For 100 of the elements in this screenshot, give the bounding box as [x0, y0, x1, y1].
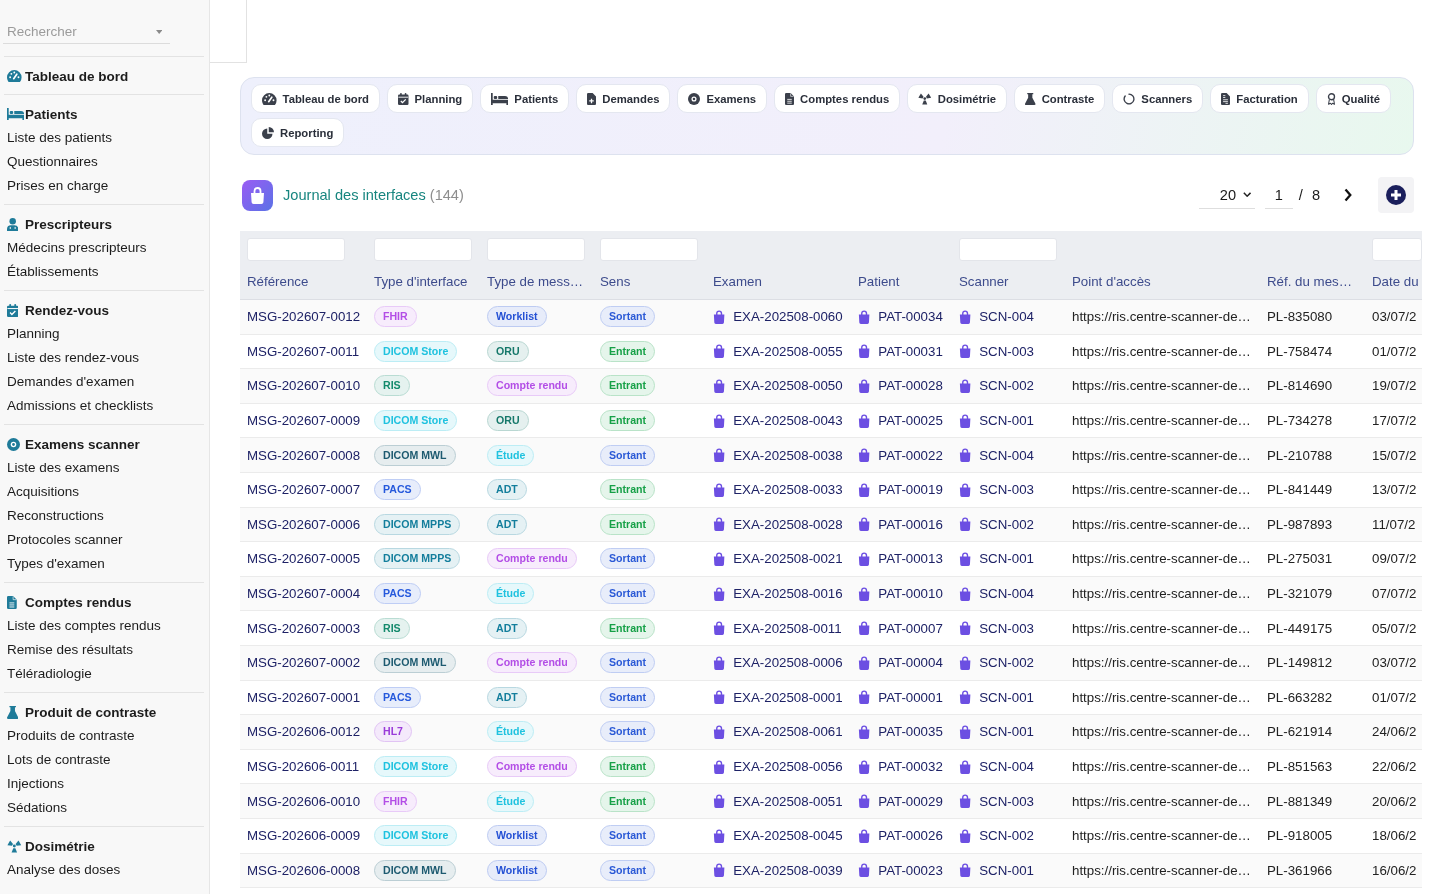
patient-link[interactable]: PAT-00025: [878, 413, 943, 429]
column-header[interactable]: Examen: [713, 273, 762, 291]
sidebar-item[interactable]: Types d'examen: [7, 552, 105, 576]
sidebar-item[interactable]: Liste des comptes rendus: [7, 614, 161, 638]
reference-link[interactable]: MSG-202607-0010: [247, 378, 361, 394]
patient-link[interactable]: PAT-00026: [878, 828, 943, 844]
reference-link[interactable]: MSG-202607-0001: [247, 689, 361, 705]
column-header[interactable]: Date du: [1372, 273, 1419, 291]
patient-link[interactable]: PAT-00031: [878, 343, 943, 359]
exam-link[interactable]: EXA-202508-0060: [733, 309, 843, 325]
exam-link[interactable]: EXA-202508-0056: [733, 759, 843, 774]
patient-link[interactable]: PAT-00034: [878, 309, 943, 325]
exam-link[interactable]: EXA-202508-0043: [733, 413, 843, 429]
module-tab[interactable]: Tableau de bord: [251, 84, 381, 113]
exam-link[interactable]: EXA-202508-0033: [733, 482, 843, 498]
column-header[interactable]: Patient: [858, 273, 900, 291]
scanner-link[interactable]: SCN-003: [979, 793, 1034, 809]
exam-link[interactable]: EXA-202508-0011: [733, 620, 842, 636]
scanner-link[interactable]: SCN-004: [979, 309, 1034, 325]
patient-link[interactable]: PAT-00019: [878, 482, 943, 498]
sidebar-item[interactable]: Sédations: [7, 796, 68, 820]
column-filter-field[interactable]: [600, 238, 698, 261]
reference-link[interactable]: MSG-202607-0011: [247, 343, 360, 359]
column-filter-field[interactable]: [487, 238, 585, 261]
reference-link[interactable]: MSG-202607-0007: [247, 482, 361, 498]
module-tab[interactable]: Demandes: [576, 84, 671, 113]
exam-link[interactable]: EXA-202508-0038: [733, 447, 843, 463]
column-header[interactable]: Type de mess…: [487, 273, 584, 291]
scanner-link[interactable]: SCN-004: [979, 586, 1034, 602]
search-field[interactable]: Rechercher: [3, 20, 170, 44]
sidebar-item[interactable]: Produits de contraste: [7, 724, 135, 748]
sidebar-item[interactable]: Prises en charge: [7, 174, 109, 198]
scanner-link[interactable]: SCN-004: [979, 759, 1034, 774]
sidebar-item[interactable]: Établissements: [7, 260, 99, 284]
column-filter-field[interactable]: [247, 238, 345, 261]
patient-link[interactable]: PAT-00016: [878, 516, 943, 532]
exam-link[interactable]: EXA-202508-0006: [733, 655, 843, 671]
sidebar-item[interactable]: Analyse des doses: [7, 858, 121, 882]
module-tab[interactable]: Patients: [480, 84, 570, 113]
module-tab[interactable]: Qualité: [1315, 84, 1392, 113]
module-tab[interactable]: Examens: [677, 84, 768, 113]
scanner-link[interactable]: SCN-003: [979, 620, 1034, 636]
exam-link[interactable]: EXA-202508-0061: [733, 724, 843, 740]
patient-link[interactable]: PAT-00007: [878, 620, 943, 636]
sidebar-item[interactable]: Lots de contraste: [7, 748, 111, 772]
sidebar-item[interactable]: Planning: [7, 322, 60, 346]
patient-link[interactable]: PAT-00010: [878, 586, 943, 602]
exam-link[interactable]: EXA-202508-0016: [733, 586, 843, 602]
reference-link[interactable]: MSG-202607-0005: [247, 551, 361, 567]
patient-link[interactable]: PAT-00004: [878, 655, 943, 671]
reference-link[interactable]: MSG-202607-0002: [247, 655, 361, 671]
scanner-link[interactable]: SCN-001: [979, 413, 1034, 429]
page-field[interactable]: 1: [1264, 181, 1293, 209]
sidebar-item[interactable]: Remise des résultats: [7, 638, 134, 662]
patient-link[interactable]: PAT-00028: [878, 378, 943, 394]
sidebar-item[interactable]: Reconstructions: [7, 504, 104, 528]
reference-link[interactable]: MSG-202607-0003: [247, 620, 361, 636]
column-header[interactable]: Point d'accès: [1072, 273, 1151, 291]
sidebar-item[interactable]: Questionnaires: [7, 150, 98, 174]
reference-link[interactable]: MSG-202606-0010: [247, 793, 361, 809]
sidebar-item[interactable]: Acquisitions: [7, 480, 80, 504]
column-header[interactable]: Référence: [247, 273, 309, 291]
reference-link[interactable]: MSG-202607-0004: [247, 586, 361, 602]
reference-link[interactable]: MSG-202607-0009: [247, 413, 361, 429]
module-tab[interactable]: Contraste: [1014, 84, 1106, 113]
column-header[interactable]: Réf. du mes…: [1267, 273, 1352, 291]
patient-link[interactable]: PAT-00001: [878, 689, 943, 705]
patient-link[interactable]: PAT-00032: [878, 759, 943, 774]
column-filter-field[interactable]: [959, 238, 1057, 261]
sidebar-item[interactable]: Demandes d'examen: [7, 370, 135, 394]
exam-link[interactable]: EXA-202508-0050: [733, 378, 843, 394]
module-tab[interactable]: Facturation: [1210, 84, 1309, 113]
sidebar-item[interactable]: Liste des rendez-vous: [7, 346, 140, 370]
patient-link[interactable]: PAT-00029: [878, 793, 943, 809]
reference-link[interactable]: MSG-202606-0009: [247, 828, 361, 844]
module-tab[interactable]: Comptes rendus: [774, 84, 901, 113]
reference-link[interactable]: MSG-202606-0011: [247, 759, 360, 774]
exam-link[interactable]: EXA-202508-0028: [733, 516, 843, 532]
reference-link[interactable]: MSG-202606-0012: [247, 724, 361, 740]
exam-link[interactable]: EXA-202508-0051: [733, 793, 843, 809]
scanner-link[interactable]: SCN-002: [979, 655, 1034, 671]
column-header[interactable]: Scanner: [959, 273, 1009, 291]
reference-link[interactable]: MSG-202607-0006: [247, 516, 361, 532]
scanner-link[interactable]: SCN-002: [979, 516, 1034, 532]
scanner-link[interactable]: SCN-002: [979, 828, 1034, 844]
scanner-link[interactable]: SCN-001: [979, 862, 1034, 878]
sidebar-item[interactable]: Téléradiologie: [7, 662, 92, 686]
patient-link[interactable]: PAT-00013: [878, 551, 943, 567]
module-tab[interactable]: Scanners: [1112, 84, 1204, 113]
scanner-link[interactable]: SCN-001: [979, 724, 1034, 740]
sidebar-item[interactable]: Protocoles scanner: [7, 528, 123, 552]
sidebar-item[interactable]: Liste des examens: [7, 456, 120, 480]
sidebar-item[interactable]: Médecins prescripteurs: [7, 236, 147, 260]
module-tab[interactable]: Dosimétrie: [907, 84, 1008, 113]
sidebar-item[interactable]: Admissions et checklists: [7, 394, 154, 418]
scanner-link[interactable]: SCN-004: [979, 447, 1034, 463]
page-size-select[interactable]: 20: [1198, 181, 1255, 209]
scanner-link[interactable]: SCN-002: [979, 378, 1034, 394]
scanner-link[interactable]: SCN-003: [979, 482, 1034, 498]
column-header[interactable]: Sens: [600, 273, 631, 291]
